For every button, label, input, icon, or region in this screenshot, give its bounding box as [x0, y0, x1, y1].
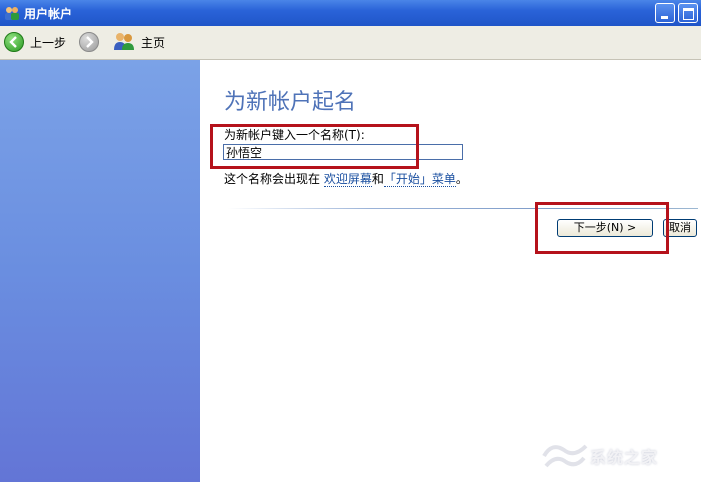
back-button[interactable]: 上一步 — [4, 31, 66, 53]
start-menu-link[interactable]: 「开始」菜单 — [383, 172, 456, 187]
navigation-toolbar: 上一步 主页 — [0, 26, 701, 60]
cancel-button[interactable]: 取消 — [663, 219, 697, 237]
back-arrow-icon — [4, 32, 24, 52]
forward-button[interactable] — [79, 31, 99, 53]
home-users-icon — [113, 31, 135, 54]
back-label: 上一步 — [30, 35, 67, 50]
forward-arrow-icon — [79, 32, 99, 52]
watermark-text: 系统之家 — [590, 448, 659, 467]
page-title: 为新帐户起名 — [224, 90, 357, 115]
divider — [228, 208, 698, 209]
name-hint: 这个名称会出现在 欢迎屏幕和「开始」菜单。 — [224, 170, 468, 187]
main-panel: 为新帐户起名 为新帐户键入一个名称(T): 这个名称会出现在 欢迎屏幕和「开始」… — [200, 60, 701, 482]
hint-suffix: 。 — [455, 172, 468, 186]
home-label: 主页 — [141, 35, 166, 50]
maximize-button[interactable] — [678, 3, 698, 23]
sidebar-panel — [0, 60, 200, 482]
window-title: 用户帐户 — [24, 7, 73, 21]
minimize-button[interactable] — [655, 3, 675, 23]
name-field-label: 为新帐户键入一个名称(T): — [224, 128, 365, 142]
welcome-screen-link[interactable]: 欢迎屏幕 — [323, 172, 372, 187]
hint-and: 和 — [371, 172, 384, 186]
home-button[interactable]: 主页 — [113, 31, 165, 53]
title-bar: 用户帐户 — [0, 0, 701, 26]
user-accounts-icon — [4, 5, 20, 21]
hint-prefix: 这个名称会出现在 — [224, 172, 321, 186]
watermark-icon — [542, 444, 588, 468]
next-button[interactable]: 下一步(N) > — [557, 219, 653, 237]
account-name-input[interactable] — [223, 144, 463, 160]
watermark-logo: 系统之家 — [540, 438, 698, 472]
